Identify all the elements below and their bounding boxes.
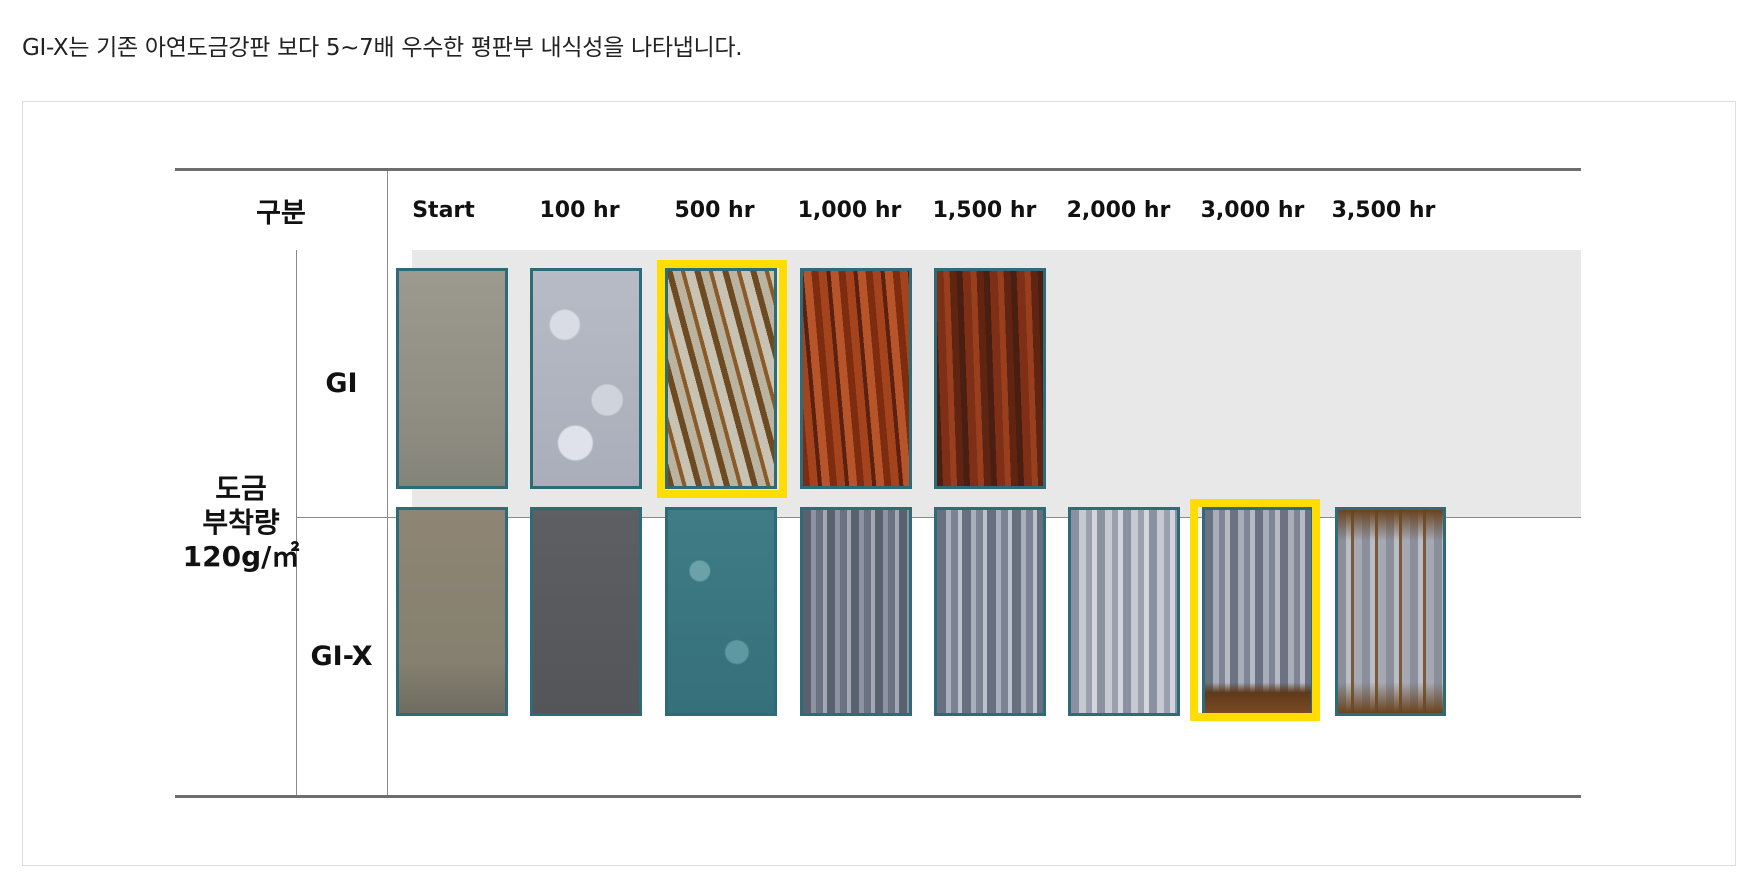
- coating-weight-line: 부착량: [202, 505, 280, 539]
- table-divider: [387, 171, 388, 795]
- panel-gi-100hr: [530, 268, 642, 489]
- table-bottom-rule: [175, 795, 1581, 798]
- comparison-figure: 구분 Start 100 hr 500 hr 1,000 hr 1,500 hr…: [22, 101, 1736, 866]
- highlight-gi-500hr: [657, 260, 787, 498]
- panel-gi-1000hr: [800, 268, 912, 489]
- panel-gix-500hr: [665, 507, 777, 716]
- corrosion-table: 구분 Start 100 hr 500 hr 1,000 hr 1,500 hr…: [175, 168, 1581, 798]
- column-header: 100 hr: [539, 198, 620, 223]
- coating-weight-label: 도금 부착량 120g/㎡: [175, 250, 307, 795]
- row-label-gi-x: GI-X: [310, 640, 373, 672]
- row-label-gi: GI: [325, 368, 358, 399]
- highlight-gix-3000hr: [1190, 499, 1320, 721]
- header-category: 구분: [256, 198, 306, 229]
- column-header: 1,500 hr: [932, 198, 1037, 223]
- column-header: 3,500 hr: [1331, 198, 1436, 223]
- panel-gix-100hr: [530, 507, 642, 716]
- column-header: 3,000 hr: [1200, 198, 1305, 223]
- panel-gi-start: [396, 268, 508, 489]
- panel-gix-1500hr: [934, 507, 1046, 716]
- coating-weight-line: 120g/㎡: [182, 539, 300, 573]
- column-header: 2,000 hr: [1066, 198, 1171, 223]
- coating-weight-line: 도금: [215, 471, 267, 505]
- column-header: 500 hr: [674, 198, 755, 223]
- panel-gi-1500hr: [934, 268, 1046, 489]
- column-header: Start: [412, 198, 475, 223]
- panel-gix-3500hr: [1335, 507, 1446, 716]
- panel-gix-start: [396, 507, 508, 716]
- panel-gix-2000hr: [1068, 507, 1180, 716]
- panel-gix-1000hr: [800, 507, 912, 716]
- intro-text: GI-X는 기존 아연도금강판 보다 5~7배 우수한 평판부 내식성을 나타냅…: [22, 35, 743, 61]
- column-header: 1,000 hr: [797, 198, 902, 223]
